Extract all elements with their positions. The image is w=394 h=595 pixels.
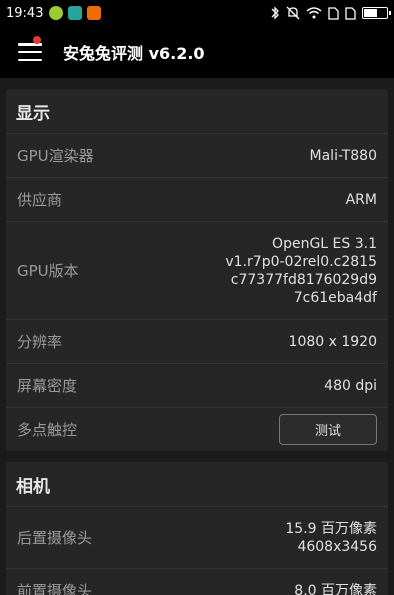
info-row-rear-camera: 后置摄像头 15.9 百万像素 4608x3456 [6,506,388,568]
info-row-resolution: 分辨率 1080 x 1920 [6,319,388,363]
multitouch-test-button[interactable]: 测试 [279,414,377,445]
value-line: 7c61eba4df [293,289,377,306]
section-title: 显示 [16,103,50,124]
hamburger-icon [18,43,42,61]
status-bar: 19:43 [0,0,394,26]
value-line: 4608x3456 [297,538,377,555]
app-title: 安兔兔评测 v6.2.0 [63,44,205,63]
camera-card: 相机 后置摄像头 15.9 百万像素 4608x3456 前置摄像头 8.0 百… [6,462,388,595]
info-row-vendor: 供应商 ARM [6,177,388,221]
display-card: 显示 GPU渲染器 Mali-T880 供应商 ARM GPU版本 OpenGL… [6,89,388,451]
value-line: c77377fd8176029d9 [230,271,377,288]
battery-icon [362,7,391,19]
info-row-gpu-renderer: GPU渲染器 Mali-T880 [6,133,388,177]
value-line: OpenGL ES 3.1 [272,235,377,252]
row-value: 15.9 百万像素 4608x3456 [285,520,377,556]
value-line: 8.0 百万像素 [294,582,377,595]
row-value: ARM [345,191,377,208]
row-label: 分辨率 [17,333,63,351]
row-label: 屏幕密度 [17,377,78,395]
section-title: 相机 [16,476,50,497]
info-row-gpu-version: GPU版本 OpenGL ES 3.1 v1.r7p0-02rel0.c2815… [6,221,388,319]
app-toolbar: 安兔兔评测 v6.2.0 [0,26,394,78]
sim-icon [328,6,339,20]
row-label: 后置摄像头 [17,529,93,547]
info-row-density: 屏幕密度 480 dpi [6,363,388,407]
bluetooth-icon [271,6,279,20]
battery-level [364,9,377,17]
menu-button[interactable] [0,26,60,78]
notification-app-icon [87,6,102,20]
wifi-icon [306,7,322,19]
row-label: GPU渲染器 [17,147,94,165]
sim-icon [345,6,356,20]
row-value: Mali-T880 [309,147,377,164]
row-value: 480 dpi [324,377,377,394]
notification-app-icon [68,6,83,20]
row-value: OpenGL ES 3.1 v1.r7p0-02rel0.c2815 c7737… [225,235,377,307]
row-value: 8.0 百万像素 [294,582,377,595]
info-row-multitouch: 多点触控 测试 [6,407,388,451]
row-label: GPU版本 [17,262,79,280]
row-label: 多点触控 [17,421,78,439]
value-line: v1.r7p0-02rel0.c2815 [225,253,377,270]
row-value: 1080 x 1920 [288,333,377,350]
notification-app-icon [49,6,64,20]
info-row-front-camera: 前置摄像头 8.0 百万像素 [6,568,388,595]
row-label: 供应商 [17,191,63,209]
notification-dot [33,36,41,44]
status-time: 19:43 [6,5,44,21]
row-label: 前置摄像头 [17,582,93,595]
mute-icon [286,6,300,20]
value-line: 15.9 百万像素 [285,520,377,537]
